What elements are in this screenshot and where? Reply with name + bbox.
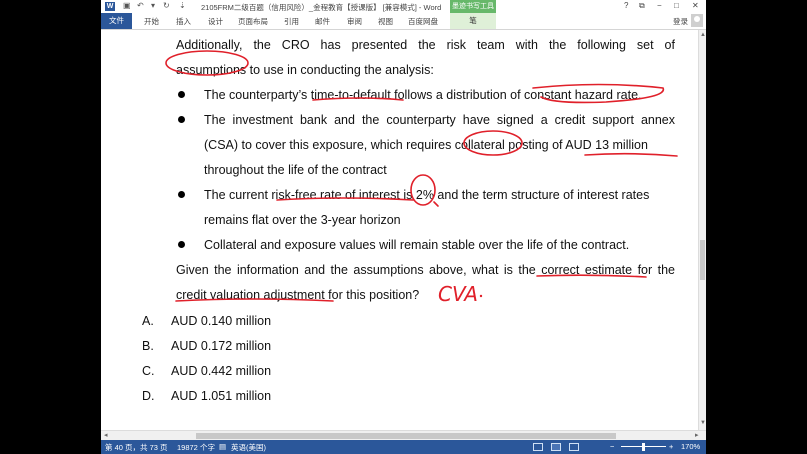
proofing-icon[interactable]: ▤: [219, 442, 226, 451]
tab-file[interactable]: 文件: [101, 13, 132, 29]
ink-circle-assumptions: [165, 50, 249, 76]
scroll-left-icon[interactable]: ◂: [104, 431, 108, 439]
login-link[interactable]: 登录: [673, 16, 688, 27]
tab-references[interactable]: 引用: [284, 16, 299, 27]
tab-home[interactable]: 开始: [144, 16, 159, 27]
print-layout-icon[interactable]: [551, 443, 561, 451]
vertical-scroll-thumb[interactable]: [700, 240, 705, 280]
close-button[interactable]: ✕: [692, 1, 699, 10]
zoom-level[interactable]: 170%: [681, 442, 700, 451]
ink-tick: [433, 201, 439, 207]
word-app-icon: W: [105, 2, 115, 11]
ink-underline-correct-estimate: [536, 274, 647, 278]
zoom-in-icon[interactable]: +: [669, 442, 673, 451]
help-button[interactable]: ?: [624, 1, 628, 10]
scroll-up-icon[interactable]: ▲: [700, 32, 706, 38]
tab-design[interactable]: 设计: [208, 16, 223, 27]
language[interactable]: 英语(美国): [231, 442, 266, 453]
avatar[interactable]: [691, 14, 703, 27]
undo-icon[interactable]: ↶: [137, 1, 144, 10]
minimize-button[interactable]: −: [657, 1, 662, 10]
maximize-button[interactable]: □: [674, 1, 679, 10]
ink-tools-context-group: 墨迹书写工具: [450, 0, 496, 13]
tab-insert[interactable]: 插入: [176, 16, 191, 27]
ink-circle-collateral: [463, 130, 523, 156]
word-count[interactable]: 19872 个字: [177, 442, 215, 453]
ink-underline-13-million: [584, 152, 678, 157]
tab-pen[interactable]: 笔: [450, 13, 496, 29]
ink-annotations: CVA: [165, 50, 678, 306]
vertical-scrollbar[interactable]: ▲ ▼: [698, 30, 706, 430]
tab-baidu-netdisk[interactable]: 百度网盘: [408, 16, 438, 27]
customize-toolbar-icon[interactable]: ⇣: [179, 1, 186, 10]
ink-underline-time-to-default: [312, 97, 404, 101]
tab-layout[interactable]: 页面布局: [238, 16, 268, 27]
ribbon-display-button[interactable]: ⧉: [639, 1, 645, 11]
ink-circle-hazard-rate: [532, 83, 665, 104]
ink-circle-2-percent: [410, 174, 436, 206]
document-title: 2105FRM二级百题（信用风险）_金程教育【授课版】 [兼容模式] - Wor…: [201, 3, 442, 12]
zoom-out-icon[interactable]: −: [610, 442, 614, 451]
ink-handwritten-cva: CVA: [438, 282, 478, 306]
status-bar: 第 40 页，共 73 页 19872 个字 ▤ 英语(美国) − + 170%: [101, 440, 706, 454]
horizontal-scroll-thumb[interactable]: [196, 433, 616, 439]
undo-dropdown-icon[interactable]: ▾: [151, 1, 155, 10]
scroll-down-icon[interactable]: ▼: [700, 420, 706, 426]
tab-review[interactable]: 审阅: [347, 16, 362, 27]
redo-icon[interactable]: ↻: [163, 1, 170, 10]
document-page[interactable]: Additionally, the CRO has presented the …: [101, 30, 698, 430]
ink-underline-risk-free-rate: [276, 197, 414, 201]
scroll-right-icon[interactable]: ▸: [695, 431, 699, 439]
zoom-slider-thumb[interactable]: [642, 443, 645, 451]
ribbon-tabs: 文件 开始 插入 设计 页面布局 引用 邮件 审阅 视图 百度网盘 笔 登录: [101, 13, 706, 30]
web-layout-icon[interactable]: [569, 443, 579, 451]
tab-view[interactable]: 视图: [378, 16, 393, 27]
tab-mailings[interactable]: 邮件: [315, 16, 330, 27]
word-window: W ▣ ↶ ▾ ↻ ⇣ 2105FRM二级百题（信用风险）_金程教育【授课版】 …: [101, 0, 706, 454]
page-count[interactable]: 第 40 页，共 73 页: [105, 442, 168, 453]
title-bar: W ▣ ↶ ▾ ↻ ⇣ 2105FRM二级百题（信用风险）_金程教育【授课版】 …: [101, 0, 706, 13]
read-mode-icon[interactable]: [533, 443, 543, 451]
ink-underline-cva: [175, 298, 334, 302]
save-icon[interactable]: ▣: [123, 1, 131, 10]
